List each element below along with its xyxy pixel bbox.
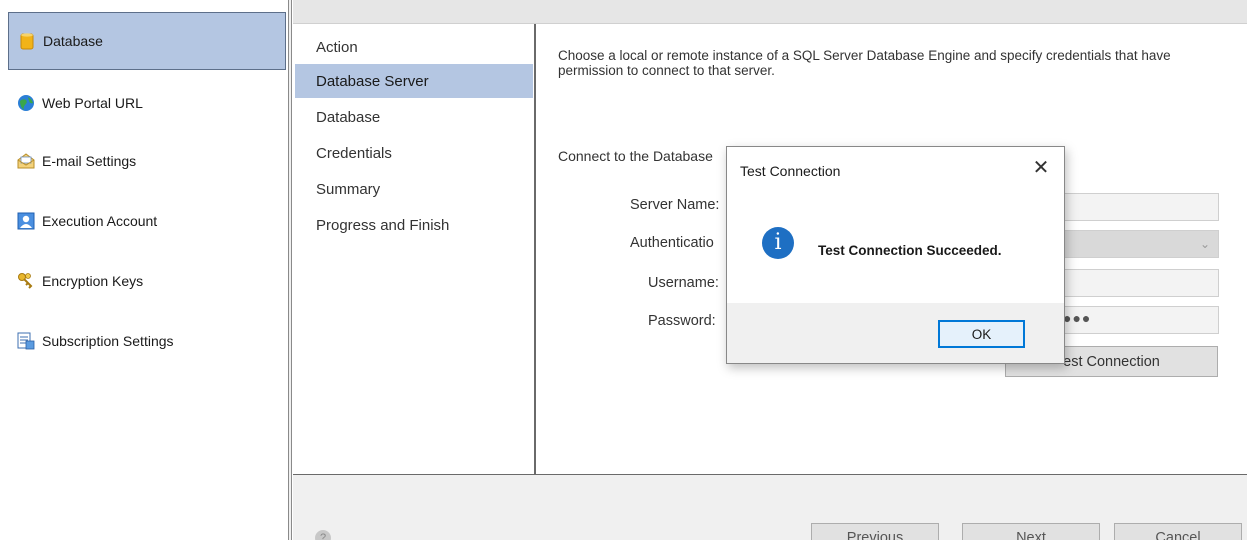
info-icon: i xyxy=(762,227,794,259)
sidebar-item-label: Execution Account xyxy=(42,213,158,229)
ok-button[interactable]: OK xyxy=(938,320,1025,348)
password-label: Password: xyxy=(648,313,716,329)
sidebar-item-label: E-mail Settings xyxy=(42,153,137,169)
sidebar-item-label: Database xyxy=(43,33,103,49)
sidebar-item-encryption-keys[interactable]: Encryption Keys xyxy=(8,252,286,310)
sidebar-item-subscription-settings[interactable]: Subscription Settings xyxy=(8,312,286,370)
subscription-icon xyxy=(16,331,36,351)
wizard-step-database-server: Database Server xyxy=(295,64,533,98)
dialog-message: Test Connection Succeeded. xyxy=(818,243,1002,258)
sidebar-item-database[interactable]: Database xyxy=(8,12,286,70)
connect-section-label: Connect to the Database xyxy=(558,148,713,164)
password-mask: ●●● xyxy=(1063,310,1092,326)
keys-icon xyxy=(16,271,36,291)
authentication-label: Authenticatio xyxy=(630,235,714,251)
wizard-step-action: Action xyxy=(316,38,358,56)
dialog-title: Test Connection xyxy=(740,163,841,179)
help-icon[interactable]: ? xyxy=(315,530,331,540)
username-input[interactable] xyxy=(1055,269,1219,297)
dialog-footer: OK xyxy=(727,303,1064,363)
wizard-step-database: Database xyxy=(316,108,381,126)
close-icon[interactable]: ✕ xyxy=(1030,157,1052,179)
step-description: Choose a local or remote instance of a S… xyxy=(558,48,1171,78)
pane-splitter[interactable] xyxy=(288,0,292,540)
wizard-step-summary: Summary xyxy=(316,180,381,198)
cancel-button[interactable]: Cancel xyxy=(1114,523,1242,540)
user-account-icon xyxy=(16,211,36,231)
left-nav: Database Web Portal URL E-mail Settings … xyxy=(0,0,288,540)
sidebar-item-execution-account[interactable]: Execution Account xyxy=(8,192,286,250)
wizard-footer: ? Previous Next Cancel xyxy=(293,474,1247,540)
username-label: Username: xyxy=(648,275,719,291)
chevron-down-icon: ⌄ xyxy=(1199,237,1210,251)
authentication-select[interactable]: ⌄ xyxy=(1055,230,1219,258)
sidebar-item-label: Web Portal URL xyxy=(42,95,143,111)
test-connection-dialog: Test Connection ✕ i Test Connection Succ… xyxy=(726,146,1065,364)
server-name-input[interactable] xyxy=(1055,193,1219,221)
previous-button[interactable]: Previous xyxy=(811,523,939,540)
sidebar-item-label: Subscription Settings xyxy=(42,333,174,349)
next-button[interactable]: Next xyxy=(962,523,1100,540)
globe-icon xyxy=(16,93,36,113)
sidebar-item-email-settings[interactable]: E-mail Settings xyxy=(8,132,286,190)
wizard-step-progress-and-finish: Progress and Finish xyxy=(316,216,450,234)
database-icon xyxy=(17,31,37,51)
wizard-steps: Action Database Server Database Credenti… xyxy=(293,24,536,474)
email-icon xyxy=(16,151,36,171)
sidebar-item-web-portal-url[interactable]: Web Portal URL xyxy=(8,74,286,132)
sidebar-item-label: Encryption Keys xyxy=(42,273,144,289)
header-bar xyxy=(293,0,1247,24)
wizard-step-credentials: Credentials xyxy=(316,144,392,162)
server-name-label: Server Name: xyxy=(630,197,720,213)
